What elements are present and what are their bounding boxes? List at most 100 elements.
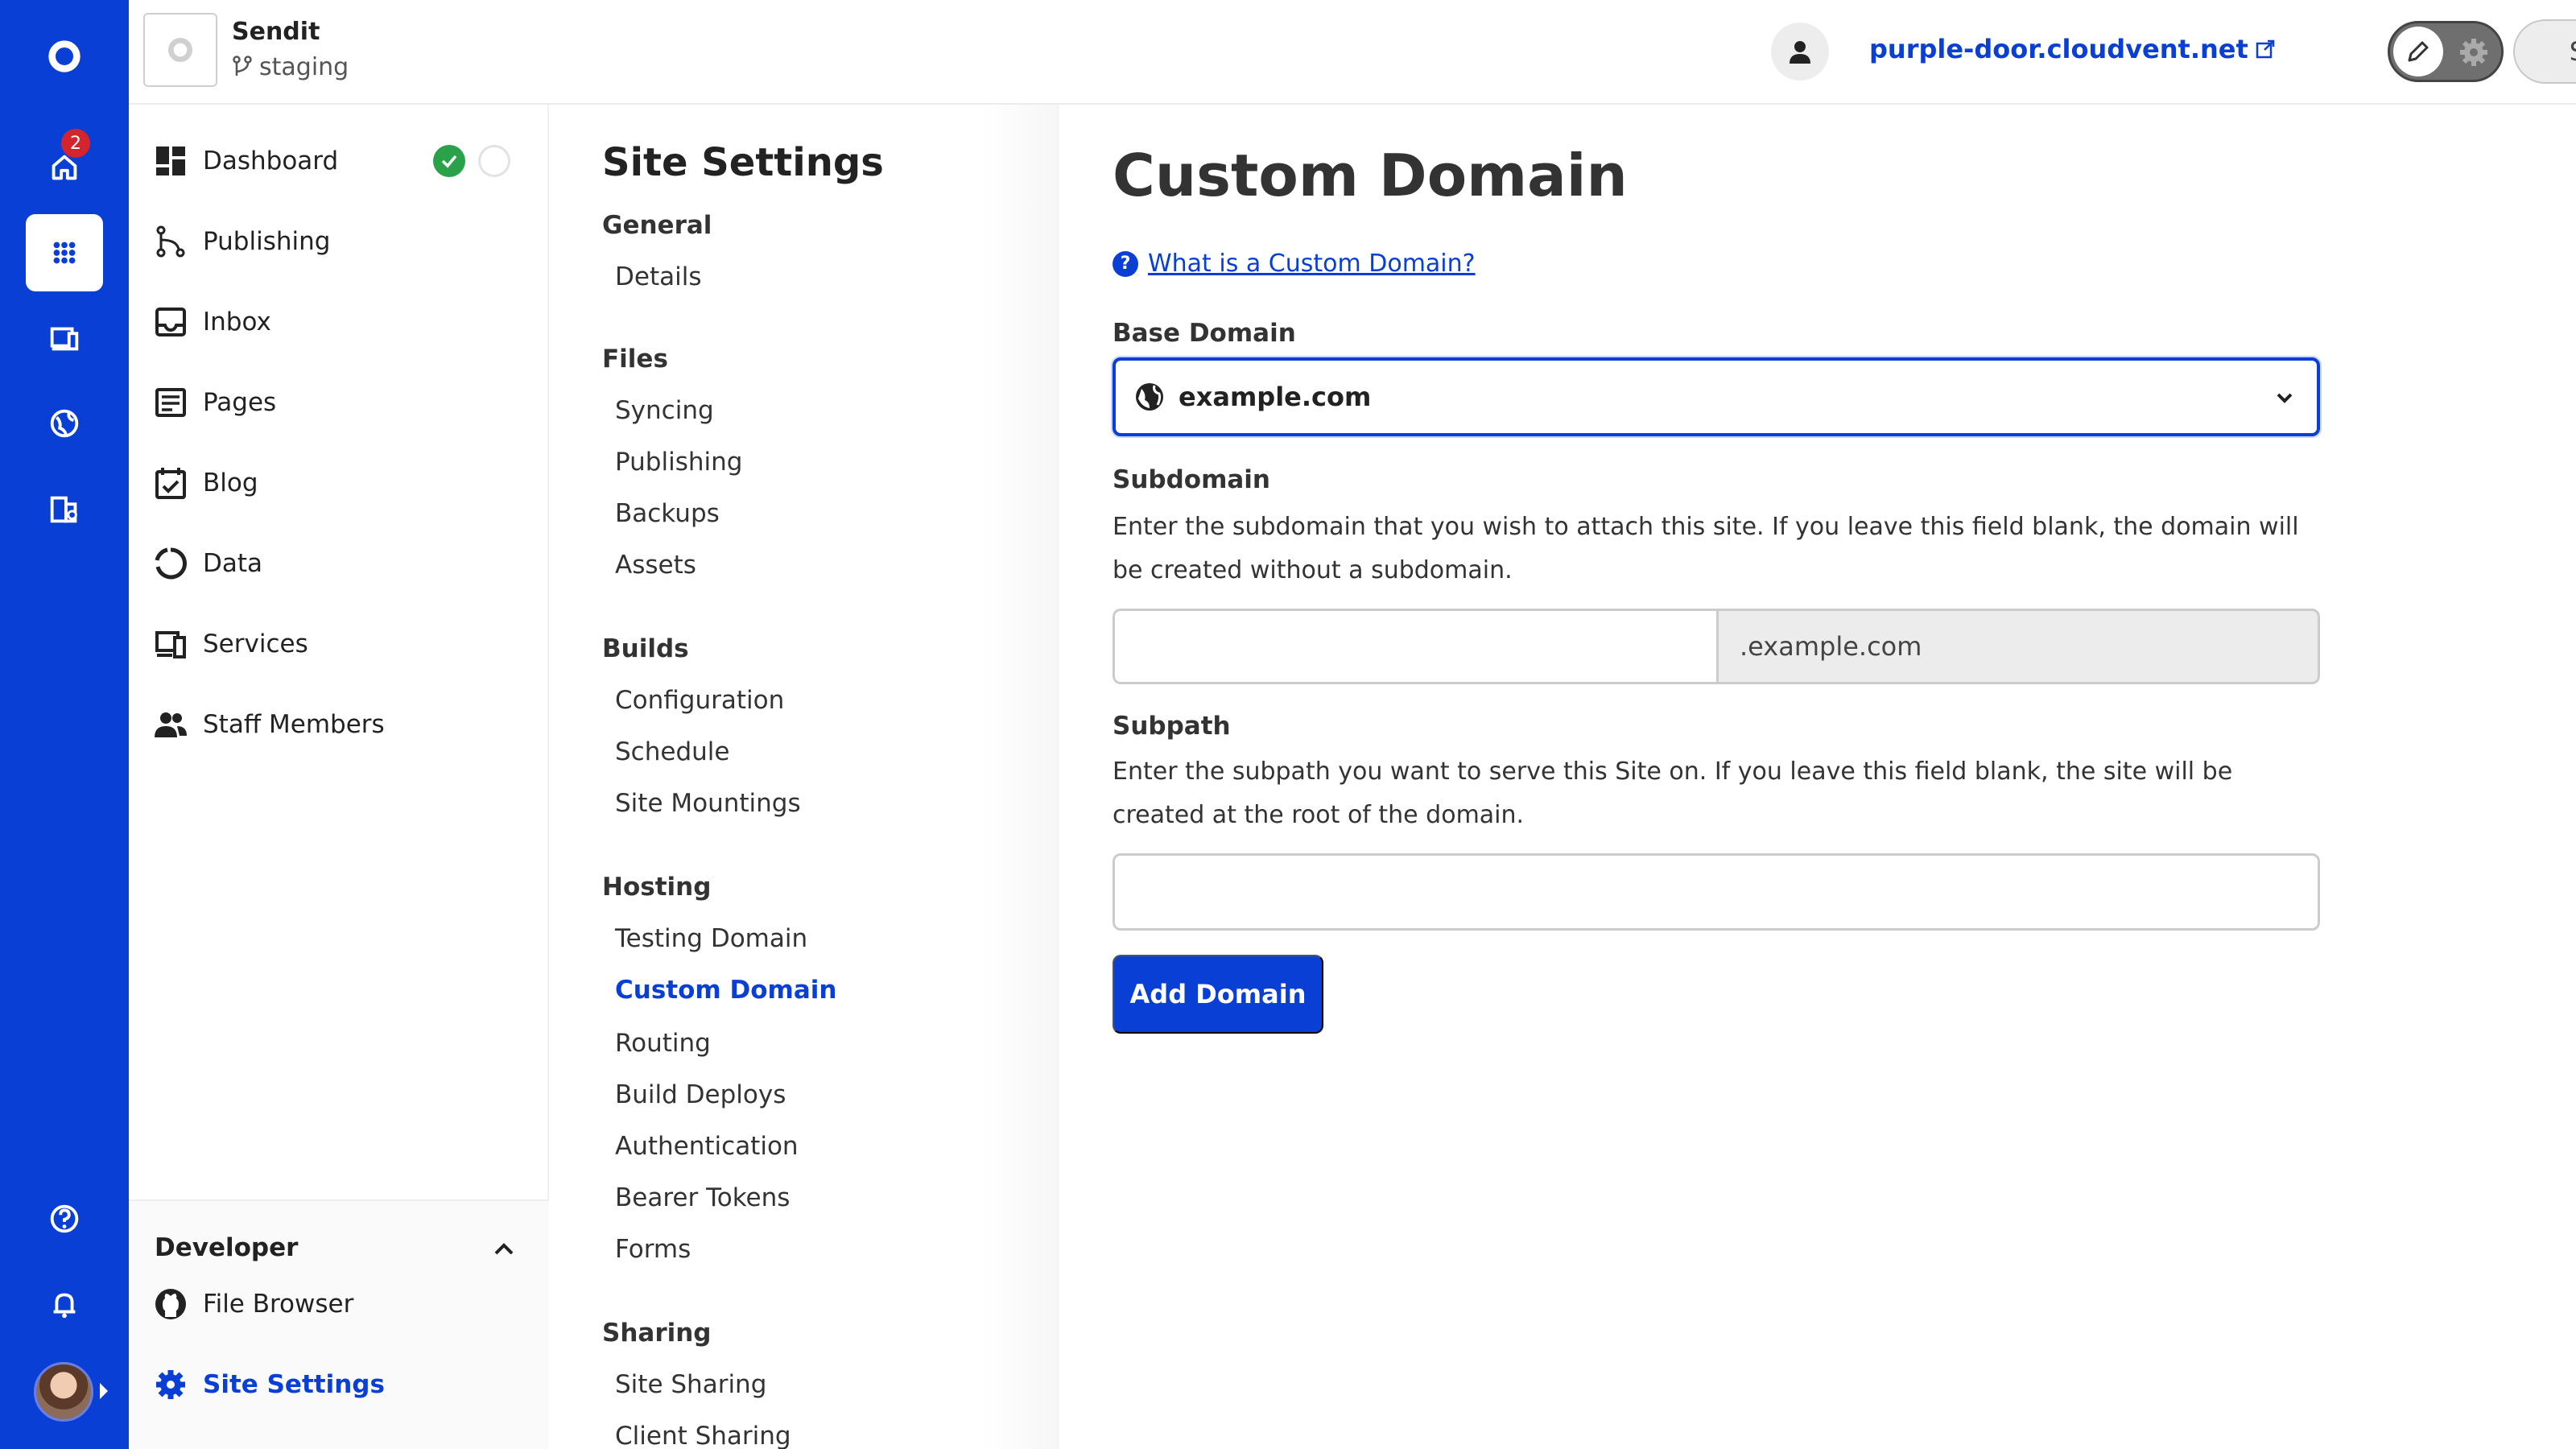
check-icon bbox=[433, 145, 465, 177]
nav-item-pages[interactable]: Pages bbox=[153, 378, 276, 427]
blog-icon bbox=[155, 468, 186, 499]
settings-link-custom-domain[interactable]: Custom Domain bbox=[615, 976, 836, 1005]
settings-link-testing-domain[interactable]: Testing Domain bbox=[615, 924, 807, 953]
dashboard-icon bbox=[156, 147, 185, 175]
site-name: Sendit bbox=[232, 18, 320, 46]
rail-devices-button[interactable] bbox=[26, 299, 103, 377]
nav-label: Data bbox=[203, 549, 263, 578]
staff-icon bbox=[155, 712, 187, 737]
external-link-icon bbox=[2256, 39, 2275, 59]
account-button[interactable] bbox=[1771, 23, 1829, 80]
base-domain-select[interactable]: example.com bbox=[1113, 357, 2320, 436]
person-icon bbox=[1790, 41, 1810, 64]
bell-icon bbox=[53, 1293, 76, 1319]
question-icon: ? bbox=[1113, 250, 1138, 277]
nav-item-data[interactable]: Data bbox=[153, 539, 262, 588]
help-icon bbox=[50, 1204, 79, 1233]
settings-link-configuration[interactable]: Configuration bbox=[615, 686, 784, 715]
custom-domain-help-link[interactable]: What is a Custom Domain? bbox=[1148, 250, 1476, 278]
services-icon bbox=[155, 631, 186, 658]
pages-icon bbox=[155, 388, 186, 417]
gear-icon bbox=[156, 1370, 185, 1399]
subpath-input[interactable] bbox=[1113, 853, 2320, 931]
settings-link-syncing[interactable]: Syncing bbox=[615, 396, 714, 425]
subdomain-input[interactable] bbox=[1113, 609, 1716, 684]
group-files: Files bbox=[602, 345, 668, 374]
settings-link-assets[interactable]: Assets bbox=[615, 551, 696, 580]
branch-indicator[interactable]: staging bbox=[232, 53, 349, 81]
gear-icon bbox=[2460, 39, 2487, 66]
settings-link-authentication[interactable]: Authentication bbox=[615, 1132, 799, 1161]
nav-label: Inbox bbox=[203, 308, 271, 336]
nav-item-publishing[interactable]: Publishing bbox=[153, 217, 330, 266]
nav-label: Pages bbox=[203, 388, 277, 417]
globe-icon bbox=[50, 409, 79, 438]
caret-right-icon[interactable] bbox=[100, 1383, 108, 1399]
data-icon bbox=[155, 547, 188, 580]
save-button[interactable]: Save bbox=[2513, 19, 2576, 84]
settings-link-bearer-tokens[interactable]: Bearer Tokens bbox=[615, 1183, 790, 1212]
site-thumbnail[interactable] bbox=[143, 13, 217, 87]
rail-org-settings-button[interactable] bbox=[26, 470, 103, 547]
settings-link-backups[interactable]: Backups bbox=[615, 499, 720, 528]
nav-label: Services bbox=[203, 630, 308, 658]
site-navigation: Dashboard Publishing Inbox Pages Blog Da… bbox=[129, 105, 549, 1449]
base-domain-label: Base Domain bbox=[1113, 319, 1296, 348]
edit-mode-toggle[interactable] bbox=[2388, 21, 2504, 82]
nav-label: Dashboard bbox=[203, 147, 339, 175]
subdomain-label: Subdomain bbox=[1113, 465, 1270, 494]
user-avatar[interactable] bbox=[34, 1362, 93, 1422]
settings-link-forms[interactable]: Forms bbox=[615, 1235, 691, 1264]
subdomain-help-text: Enter the subdomain that you wish to att… bbox=[1113, 513, 2299, 584]
nav-item-staff-members[interactable]: Staff Members bbox=[153, 700, 385, 749]
settings-link-site-sharing[interactable]: Site Sharing bbox=[615, 1370, 766, 1399]
add-domain-button[interactable]: Add Domain bbox=[1113, 955, 1323, 1034]
nav-label: File Browser bbox=[203, 1290, 354, 1319]
settings-link-schedule[interactable]: Schedule bbox=[615, 737, 729, 766]
settings-link-publishing[interactable]: Publishing bbox=[615, 448, 742, 477]
nav-label: Staff Members bbox=[203, 710, 385, 739]
building-gear-icon bbox=[50, 496, 77, 523]
help-row: ? What is a Custom Domain? bbox=[1113, 250, 1476, 278]
site-placeholder-icon bbox=[168, 38, 192, 62]
developer-title: Developer bbox=[155, 1233, 299, 1262]
branch-icon bbox=[233, 55, 252, 76]
settings-link-routing[interactable]: Routing bbox=[615, 1029, 711, 1058]
settings-link-build-deploys[interactable]: Build Deploys bbox=[615, 1080, 786, 1109]
rail-sites-button[interactable] bbox=[26, 214, 103, 291]
settings-link-client-sharing[interactable]: Client Sharing bbox=[615, 1422, 791, 1449]
rail-help-button[interactable] bbox=[26, 1180, 103, 1257]
inbox-icon bbox=[155, 308, 186, 336]
settings-link-site-mountings[interactable]: Site Mountings bbox=[615, 789, 801, 818]
subpath-help-text: Enter the subpath you want to serve this… bbox=[1113, 758, 2233, 829]
site-domain-text: purple-door.cloudvent.net bbox=[1869, 34, 2248, 64]
nav-item-blog[interactable]: Blog bbox=[153, 459, 258, 507]
nav-item-inbox[interactable]: Inbox bbox=[153, 298, 271, 346]
nav-item-site-settings[interactable]: Site Settings bbox=[153, 1360, 385, 1409]
github-icon bbox=[155, 1289, 186, 1319]
rail-notifications-button[interactable] bbox=[26, 1265, 103, 1343]
nav-item-file-browser[interactable]: File Browser bbox=[153, 1280, 353, 1328]
settings-link-details[interactable]: Details bbox=[615, 262, 701, 291]
group-general: General bbox=[602, 211, 712, 240]
rail-home-button[interactable]: 2 bbox=[26, 129, 103, 206]
group-sharing: Sharing bbox=[602, 1319, 712, 1348]
site-domain-link[interactable]: purple-door.cloudvent.net bbox=[1869, 34, 2276, 64]
nav-item-services[interactable]: Services bbox=[153, 620, 308, 668]
rail-domains-button[interactable] bbox=[26, 385, 103, 462]
nav-label: Publishing bbox=[203, 227, 331, 256]
chevron-up-icon[interactable] bbox=[491, 1236, 517, 1262]
group-hosting: Hosting bbox=[602, 873, 712, 902]
grid-icon bbox=[53, 242, 76, 264]
globe-icon bbox=[1136, 383, 1163, 411]
publishing-icon bbox=[156, 225, 185, 258]
cloudcannon-logo[interactable] bbox=[26, 18, 103, 95]
nav-item-dashboard[interactable]: Dashboard bbox=[153, 137, 338, 185]
settings-title: Site Settings bbox=[602, 140, 884, 185]
developer-section: Developer File Browser Site Settings bbox=[129, 1199, 549, 1449]
group-builds: Builds bbox=[602, 634, 689, 663]
pending-status-icon bbox=[478, 145, 510, 177]
build-status bbox=[433, 145, 510, 177]
base-domain-value: example.com bbox=[1179, 382, 1372, 412]
nav-label: Site Settings bbox=[203, 1370, 385, 1399]
